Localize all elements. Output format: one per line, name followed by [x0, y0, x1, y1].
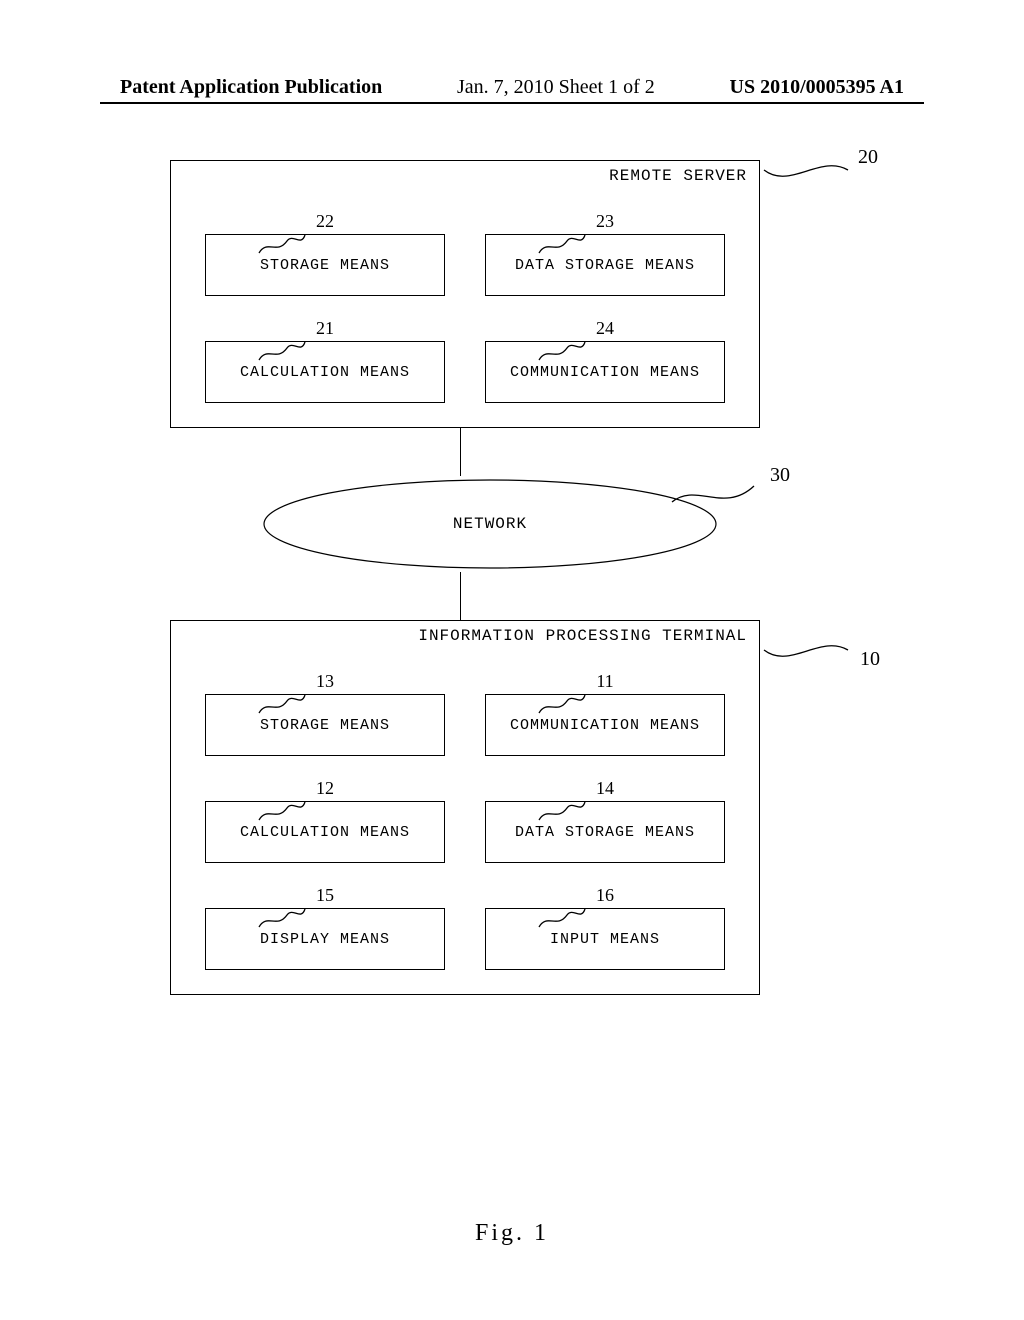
ref-24: 24 — [485, 318, 725, 339]
network-node: NETWORK 30 — [230, 476, 750, 572]
cell-23: 23 DATA STORAGE MEANS — [485, 211, 725, 296]
box-display-means-15: DISPLAY MEANS — [205, 908, 445, 970]
ref-14: 14 — [485, 778, 725, 799]
connector-server-to-network — [460, 428, 461, 476]
ref-21: 21 — [205, 318, 445, 339]
cell-21: 21 CALCULATION MEANS — [205, 318, 445, 403]
ref-12: 12 — [205, 778, 445, 799]
ref-15: 15 — [205, 885, 445, 906]
cell-13: 13 STORAGE MEANS — [205, 671, 445, 756]
box-calculation-means-21: CALCULATION MEANS — [205, 341, 445, 403]
leader-10 — [760, 636, 870, 670]
terminal-row-2: 12 CALCULATION MEANS 14 DATA STORAGE MEA… — [195, 778, 735, 863]
terminal-row-1: 13 STORAGE MEANS 11 COMMUNICATION MEANS — [195, 671, 735, 756]
box-data-storage-means-23: DATA STORAGE MEANS — [485, 234, 725, 296]
figure-caption: Fig. 1 — [0, 1220, 1024, 1247]
cell-12: 12 CALCULATION MEANS — [205, 778, 445, 863]
header-date-sheet: Jan. 7, 2010 Sheet 1 of 2 — [457, 76, 655, 99]
cell-24: 24 COMMUNICATION MEANS — [485, 318, 725, 403]
remote-server-box: REMOTE SERVER 22 STORAGE MEANS 23 DATA S… — [170, 160, 760, 428]
ref-13: 13 — [205, 671, 445, 692]
cell-16: 16 INPUT MEANS — [485, 885, 725, 970]
connector-network-to-terminal — [460, 572, 461, 620]
terminal-row-3: 15 DISPLAY MEANS 16 INPUT MEANS — [195, 885, 735, 970]
box-storage-means-22: STORAGE MEANS — [205, 234, 445, 296]
remote-server-row-1: 22 STORAGE MEANS 23 DATA STORAGE MEANS — [195, 211, 735, 296]
cell-14: 14 DATA STORAGE MEANS — [485, 778, 725, 863]
box-communication-means-24: COMMUNICATION MEANS — [485, 341, 725, 403]
terminal-box: INFORMATION PROCESSING TERMINAL 13 STORA… — [170, 620, 760, 995]
cell-15: 15 DISPLAY MEANS — [205, 885, 445, 970]
ref-23: 23 — [485, 211, 725, 232]
ref-20: 20 — [858, 146, 878, 169]
header-patent-number: US 2010/0005395 A1 — [730, 76, 904, 99]
box-calculation-means-12: CALCULATION MEANS — [205, 801, 445, 863]
cell-22: 22 STORAGE MEANS — [205, 211, 445, 296]
remote-server-row-2: 21 CALCULATION MEANS 24 COMMUNICATION ME… — [195, 318, 735, 403]
header-publication: Patent Application Publication — [120, 76, 382, 99]
network-label: NETWORK — [260, 476, 720, 572]
ref-16: 16 — [485, 885, 725, 906]
remote-server-title: REMOTE SERVER — [609, 167, 747, 185]
leader-30 — [670, 480, 770, 510]
header-rule — [100, 102, 924, 104]
ref-10: 10 — [860, 648, 880, 671]
page-header: Patent Application Publication Jan. 7, 2… — [0, 76, 1024, 99]
box-communication-means-11: COMMUNICATION MEANS — [485, 694, 725, 756]
box-storage-means-13: STORAGE MEANS — [205, 694, 445, 756]
box-data-storage-means-14: DATA STORAGE MEANS — [485, 801, 725, 863]
ref-30: 30 — [770, 464, 790, 487]
leader-20 — [760, 156, 870, 190]
ref-22: 22 — [205, 211, 445, 232]
figure-diagram: REMOTE SERVER 22 STORAGE MEANS 23 DATA S… — [160, 160, 860, 995]
terminal-title: INFORMATION PROCESSING TERMINAL — [418, 627, 747, 645]
box-input-means-16: INPUT MEANS — [485, 908, 725, 970]
cell-11: 11 COMMUNICATION MEANS — [485, 671, 725, 756]
ref-11: 11 — [485, 671, 725, 692]
